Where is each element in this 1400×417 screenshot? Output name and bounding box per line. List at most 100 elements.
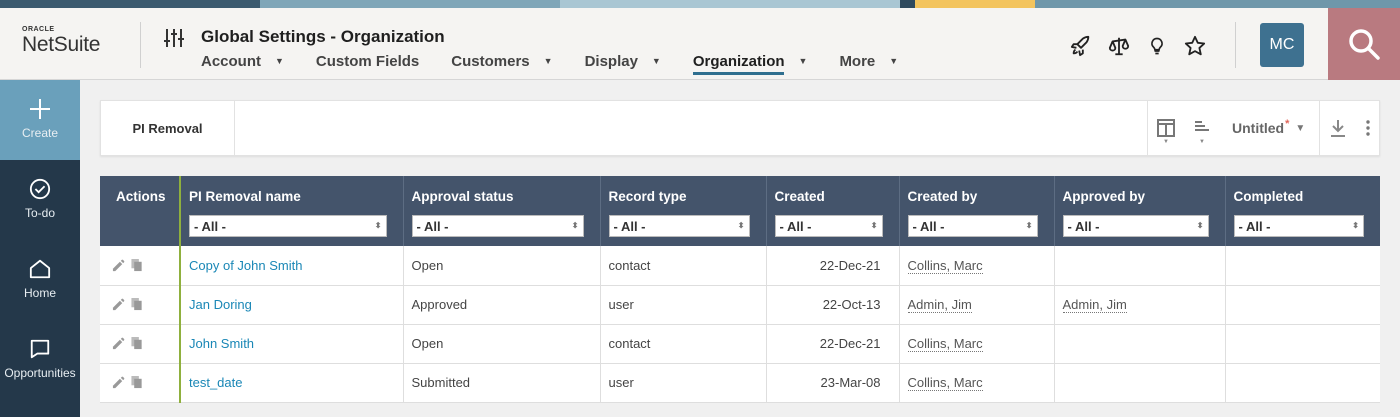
cell-completed <box>1225 324 1380 364</box>
updown-arrow-icon: ⬍ <box>1025 221 1033 230</box>
copy-icon[interactable] <box>131 376 143 389</box>
column-header-completed[interactable]: Completed - All - ⬍ <box>1225 176 1380 246</box>
cell-approval-status: Open <box>403 246 601 286</box>
nav-tab-account[interactable]: Account ▼ <box>201 53 284 77</box>
nav-tab-label: Custom Fields <box>315 53 420 70</box>
filter-select-created[interactable]: - All - ⬍ <box>774 215 883 237</box>
saved-search-tab[interactable]: PI Removal <box>101 101 235 155</box>
download-button[interactable] <box>1320 101 1356 155</box>
user-link[interactable]: Admin, Jim <box>1062 297 1127 313</box>
filter-select-created-by[interactable]: - All - ⬍ <box>907 215 1038 237</box>
column-header-pi-removal-name[interactable]: PI Removal name - All - ⬍ <box>180 176 404 246</box>
cell-name: Copy of John Smith <box>180 246 404 286</box>
cell-record-type: user <box>600 285 767 325</box>
updown-arrow-icon: ⬍ <box>870 221 878 230</box>
copy-icon[interactable] <box>131 298 143 311</box>
caret-down-icon: ▼ <box>1163 139 1169 145</box>
record-link[interactable]: test_date <box>189 375 243 390</box>
column-header-label: Actions <box>116 189 166 204</box>
global-search-button[interactable] <box>1328 8 1400 80</box>
filter-select-approved-by[interactable]: - All - ⬍ <box>1062 215 1209 237</box>
download-icon <box>1331 120 1346 137</box>
edit-pencil-icon[interactable] <box>112 376 125 389</box>
nav-tab-display[interactable]: Display ▼ <box>585 53 661 77</box>
pi-removal-table: Actions PI Removal name - All - ⬍ Approval… <box>100 176 1380 403</box>
rocket-icon[interactable] <box>1068 34 1094 58</box>
filter-select-record-type[interactable]: - All - ⬍ <box>608 215 750 237</box>
saved-search-tools: ▼ ▼ Untitled * ▼ <box>1147 101 1380 155</box>
cell-approval-status: Submitted <box>403 363 601 403</box>
record-link[interactable]: Copy of John Smith <box>189 258 302 273</box>
user-link[interactable]: Admin, Jim <box>907 297 972 313</box>
copy-icon[interactable] <box>131 337 143 350</box>
cell-completed <box>1225 246 1380 286</box>
cell-created: 22-Dec-21 <box>766 246 900 286</box>
row-actions <box>100 324 181 364</box>
updown-arrow-icon: ⬍ <box>571 221 579 230</box>
column-header-created-by[interactable]: Created by - All - ⬍ <box>899 176 1055 246</box>
edit-pencil-icon[interactable] <box>112 259 125 272</box>
column-header-label: Approval status <box>411 189 514 204</box>
sidebar-item-opportunities[interactable]: Opportunities <box>0 320 80 400</box>
sidebar-item-create[interactable]: Create <box>0 80 80 160</box>
column-header-approved-by[interactable]: Approved by - All - ⬍ <box>1054 176 1226 246</box>
record-link[interactable]: Jan Doring <box>189 297 252 312</box>
nav-tab-organization[interactable]: Organization ▼ <box>692 53 807 77</box>
column-header-label: Record type <box>608 189 687 204</box>
cell-record-type: contact <box>600 324 767 364</box>
updown-arrow-icon: ⬍ <box>374 221 382 230</box>
cell-completed <box>1225 285 1380 325</box>
scale-icon[interactable] <box>1106 34 1132 58</box>
cell-name: Jan Doring <box>180 285 404 325</box>
column-header-approval-status[interactable]: Approval status - All - ⬍ <box>403 176 601 246</box>
cell-record-type: user <box>600 363 767 403</box>
columns-layout-button[interactable]: ▼ <box>1148 101 1184 155</box>
settings-sliders-icon <box>163 27 185 49</box>
cell-created-by: Collins, Marc <box>899 324 1055 364</box>
edit-pencil-icon[interactable] <box>112 298 125 311</box>
filter-select-name[interactable]: - All - ⬍ <box>189 215 387 237</box>
cell-name: John Smith <box>180 324 404 364</box>
sidebar-item-home[interactable]: Home <box>0 240 80 320</box>
filter-value: - All - <box>1238 218 1271 234</box>
more-options-button[interactable] <box>1356 101 1380 155</box>
nav-tab-label: Organization <box>692 53 785 70</box>
view-selector[interactable]: Untitled * ▼ <box>1220 101 1313 155</box>
nav-tab-label: Customers <box>451 53 530 70</box>
sidebar-item-label: Opportunities <box>4 366 76 380</box>
caret-down-icon: ▼ <box>889 56 899 66</box>
filter-select-completed[interactable]: - All - ⬍ <box>1233 215 1364 237</box>
edit-pencil-icon[interactable] <box>112 337 125 350</box>
copy-icon[interactable] <box>131 258 143 272</box>
sidebar-item-label: Home <box>23 286 56 300</box>
table-row: Copy of John Smith Open contact 22-Dec-21 Co… <box>100 246 1380 286</box>
user-avatar[interactable]: MC <box>1260 23 1304 67</box>
user-link[interactable]: Collins, Marc <box>907 375 983 391</box>
saved-search-bar: PI Removal ▼ ▼ Untitled * ▼ <box>100 100 1380 156</box>
row-actions <box>100 246 181 286</box>
star-icon[interactable] <box>1182 34 1208 58</box>
sidebar-item-todo[interactable]: To-do <box>0 160 80 240</box>
column-header-label: Approved by <box>1062 189 1146 204</box>
column-header-actions: Actions <box>100 176 181 246</box>
page-title: Global Settings - Organization <box>201 27 445 46</box>
table-row: John Smith Open contact 22-Dec-21 Collins, M… <box>100 324 1380 364</box>
nav-tab-custom-fields[interactable]: Custom Fields <box>316 53 419 77</box>
nav-tab-customers[interactable]: Customers ▼ <box>451 53 552 77</box>
cell-approval-status: Open <box>403 324 601 364</box>
sort-button[interactable]: ▼ <box>1184 101 1220 155</box>
nav-tab-more[interactable]: More ▼ <box>839 53 898 77</box>
header-divider <box>1235 22 1236 68</box>
column-header-record-type[interactable]: Record type - All - ⬍ <box>600 176 767 246</box>
lightbulb-icon[interactable] <box>1144 34 1170 58</box>
columns-icon <box>1157 119 1175 137</box>
record-link[interactable]: John Smith <box>189 336 254 351</box>
sidebar-item-label: To-do <box>24 206 56 220</box>
user-link[interactable]: Collins, Marc <box>907 257 983 274</box>
netsuite-logo[interactable]: ORACLE NetSuite <box>22 26 122 56</box>
cell-created: 23-Mar-08 <box>766 363 900 403</box>
column-header-created[interactable]: Created - All - ⬍ <box>766 176 900 246</box>
cell-approved-by <box>1054 324 1226 364</box>
user-link[interactable]: Collins, Marc <box>907 336 983 352</box>
filter-select-approval-status[interactable]: - All - ⬍ <box>411 215 584 237</box>
